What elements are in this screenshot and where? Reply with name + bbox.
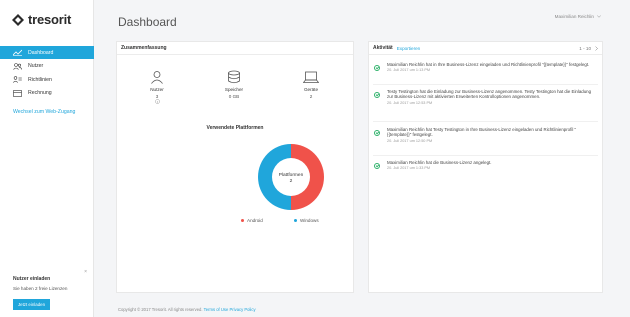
logo[interactable]: tresorit	[12, 12, 71, 27]
summary-title: Zusammenfassung	[117, 42, 353, 55]
stat-label: Speicher	[224, 87, 244, 92]
activity-count: 1 - 10	[579, 45, 591, 51]
sidebar-item-users[interactable]: Nutzer	[0, 60, 94, 73]
invite-panel: × Nutzer einladen Sie haben 2 freie Lize…	[13, 269, 87, 310]
activity-time: 20. Juli 2017 um 1:13 PM	[387, 68, 431, 73]
invite-subtitle: Sie haben 2 freie Lizenzen	[13, 286, 68, 291]
legend-dot	[294, 219, 297, 222]
user-icon	[151, 71, 163, 84]
activity-time: 20. Juli 2017 um 1:33 PM	[387, 166, 431, 171]
activity-text: Maximilian Reichlin hat in Ihre Business…	[387, 62, 590, 67]
check-circle-icon	[374, 65, 380, 71]
list-item: Testy Testington hat die Einladung zur B…	[373, 89, 595, 105]
storage-icon	[228, 70, 240, 84]
activity-time: 20. Juli 2017 um 12:53 PM	[387, 100, 433, 105]
close-icon[interactable]: ×	[84, 269, 87, 275]
donut-value: 2	[290, 178, 293, 184]
footer: Copyright © 2017 Tresorit. All rights re…	[118, 307, 256, 312]
user-name: Maximilian Reichlin	[554, 14, 594, 19]
sidebar-item-label: Rechnung	[28, 90, 52, 96]
list-item: Maximilian Reichlin hat die Business-Liz…	[373, 160, 595, 170]
list-item: Maximilian Reichlin hat in Ihre Business…	[373, 62, 595, 72]
sidebar-item-invoice[interactable]: Rechnung	[0, 87, 94, 100]
divider	[373, 121, 598, 122]
brand-name: tresorit	[28, 12, 72, 27]
chevron-down-icon	[597, 15, 601, 18]
stats-row: Nutzer 3 Speicher 0 GB Geräte 2	[117, 70, 353, 110]
activity-header: Aktivität Exportieren 1 - 10	[369, 42, 602, 55]
legend-dot	[241, 219, 244, 222]
activity-pagination: 1 - 10	[579, 46, 598, 51]
summary-card: Zusammenfassung Nutzer 3 Speicher 0 GB G…	[116, 41, 354, 293]
web-access-link[interactable]: Wechsel zum Web-Zugang	[13, 109, 75, 115]
stat-storage: Speicher 0 GB	[214, 70, 254, 99]
chevron-right-icon[interactable]	[595, 45, 598, 51]
sidebar: tresorit Dashboard Nutzer Richtlinien Re…	[0, 0, 94, 317]
sidebar-nav: Dashboard Nutzer Richtlinien Rechnung	[0, 46, 94, 100]
stat-value: 0 GB	[228, 94, 240, 99]
divider	[373, 84, 598, 85]
tresorit-logo-icon	[12, 13, 24, 26]
legend-item-android: Android	[241, 218, 263, 223]
list-item: Maximilian Reichlin hat Testy Testington…	[373, 127, 595, 143]
stat-value: 3	[137, 94, 177, 104]
stat-value: 2	[309, 94, 313, 99]
activity-text: Maximilian Reichlin hat Testy Testington…	[387, 127, 577, 138]
platforms-donut: Plattformen 2	[258, 144, 324, 210]
info-icon[interactable]	[154, 99, 160, 104]
stat-label: Geräte	[303, 87, 319, 92]
sidebar-item-policies[interactable]: Richtlinien	[0, 73, 94, 86]
legend-label: Android	[247, 218, 263, 223]
check-circle-icon	[374, 130, 380, 136]
invoice-icon	[13, 89, 22, 97]
laptop-icon	[303, 71, 319, 83]
activity-text: Maximilian Reichlin hat die Business-Liz…	[387, 160, 492, 165]
check-circle-icon	[374, 163, 380, 169]
policy-icon	[13, 76, 22, 84]
export-link[interactable]: Exportieren	[397, 46, 421, 51]
platforms-title: Verwendete Plattformen	[206, 125, 264, 131]
chart-icon	[13, 49, 22, 57]
legend-item-windows: Windows	[294, 218, 319, 223]
sidebar-item-label: Nutzer	[28, 63, 44, 69]
legend-label: Windows	[300, 218, 319, 223]
sidebar-item-dashboard[interactable]: Dashboard	[0, 46, 94, 59]
divider	[373, 155, 598, 156]
sidebar-item-label: Richtlinien	[28, 76, 52, 83]
page-title: Dashboard	[118, 15, 177, 29]
activity-card: Aktivität Exportieren 1 - 10 Maximilian …	[368, 41, 603, 293]
donut-label: Plattformen	[279, 172, 304, 178]
stat-users: Nutzer 3	[137, 70, 177, 104]
invite-title: Nutzer einladen	[13, 276, 51, 282]
user-menu[interactable]: Maximilian Reichlin	[555, 14, 601, 19]
stat-label: Nutzer	[150, 87, 164, 92]
copyright: Copyright © 2017 Tresorit. All rights re…	[118, 307, 203, 312]
stat-devices: Geräte 2	[291, 70, 331, 99]
sidebar-item-label: Dashboard	[28, 49, 54, 56]
invite-now-button[interactable]: Jetzt einladen	[13, 299, 50, 310]
activity-time: 20. Juli 2017 um 12:50 PM	[387, 138, 433, 143]
activity-title: Aktivität	[373, 45, 393, 51]
activity-text: Testy Testington hat die Einladung zur B…	[387, 89, 592, 100]
check-circle-icon	[374, 92, 380, 98]
privacy-link[interactable]: Privacy Policy	[229, 307, 255, 312]
terms-link[interactable]: Terms of Use	[204, 307, 229, 312]
users-icon	[13, 62, 22, 70]
